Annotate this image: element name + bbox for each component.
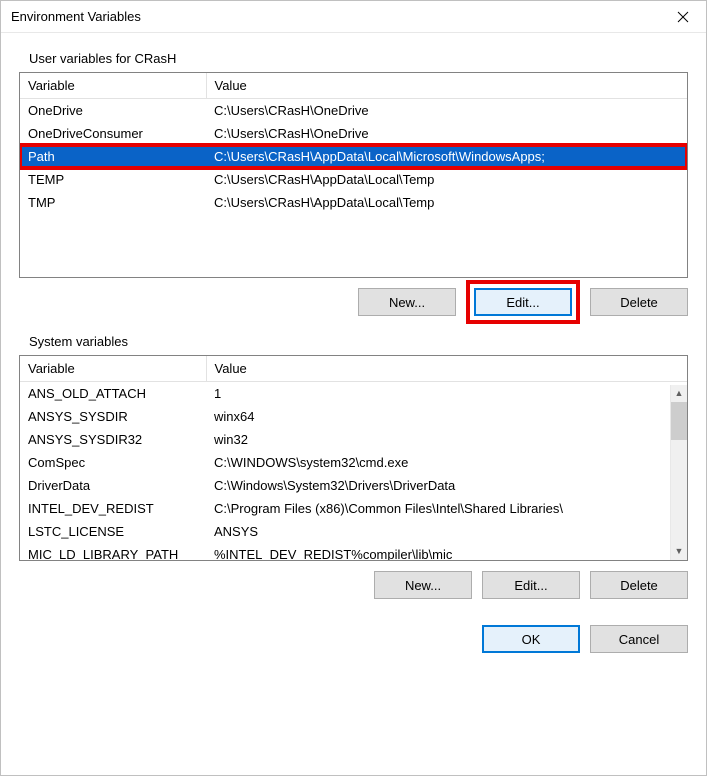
cell-value: C:\Program Files (x86)\Common Files\Inte… xyxy=(206,497,687,520)
cell-variable: INTEL_DEV_REDIST xyxy=(20,497,206,520)
ok-button[interactable]: OK xyxy=(482,625,580,653)
column-variable[interactable]: Variable xyxy=(20,73,206,99)
close-icon xyxy=(677,11,689,23)
scroll-up-arrow-icon[interactable]: ▲ xyxy=(671,385,687,402)
table-row[interactable]: TMP C:\Users\CRasH\AppData\Local\Temp xyxy=(20,191,687,214)
scrollbar[interactable]: ▲ ▼ xyxy=(670,385,687,560)
table-row[interactable]: ComSpec C:\WINDOWS\system32\cmd.exe xyxy=(20,451,687,474)
cell-value: C:\Users\CRasH\AppData\Local\Temp xyxy=(206,191,687,214)
cell-variable: OneDriveConsumer xyxy=(20,122,206,145)
scroll-track[interactable] xyxy=(671,402,687,543)
cell-variable: TMP xyxy=(20,191,206,214)
cell-value: C:\Windows\System32\Drivers\DriverData xyxy=(206,474,687,497)
cell-value: C:\Users\CRasH\OneDrive xyxy=(206,99,687,123)
table-row[interactable]: OneDrive C:\Users\CRasH\OneDrive xyxy=(20,99,687,123)
cell-value: win32 xyxy=(206,428,687,451)
table-header-row: Variable Value xyxy=(20,356,687,382)
user-buttons-row: New... Edit... Delete xyxy=(19,288,688,316)
table-row[interactable]: MIC_LD_LIBRARY_PATH %INTEL_DEV_REDIST%co… xyxy=(20,543,687,561)
table-row[interactable]: INTEL_DEV_REDIST C:\Program Files (x86)\… xyxy=(20,497,687,520)
column-variable[interactable]: Variable xyxy=(20,356,206,382)
table-row[interactable]: DriverData C:\Windows\System32\Drivers\D… xyxy=(20,474,687,497)
cell-value: 1 xyxy=(206,382,687,406)
system-variables-label: System variables xyxy=(19,334,688,349)
table-header-row: Variable Value xyxy=(20,73,687,99)
system-variables-table[interactable]: Variable Value ANS_OLD_ATTACH 1 ANSYS_SY… xyxy=(20,356,687,561)
edit-button[interactable]: Edit... xyxy=(474,288,572,316)
table-row-selected[interactable]: Path C:\Users\CRasH\AppData\Local\Micros… xyxy=(20,145,687,168)
cell-variable: ANSYS_SYSDIR32 xyxy=(20,428,206,451)
table-row[interactable]: OneDriveConsumer C:\Users\CRasH\OneDrive xyxy=(20,122,687,145)
column-value[interactable]: Value xyxy=(206,73,687,99)
scroll-down-arrow-icon[interactable]: ▼ xyxy=(671,543,687,560)
user-variables-label: User variables for CRasH xyxy=(19,51,688,66)
dialog-content: User variables for CRasH Variable Value … xyxy=(1,33,706,667)
user-variables-panel: User variables for CRasH Variable Value … xyxy=(19,51,688,316)
titlebar: Environment Variables xyxy=(1,1,706,33)
scroll-thumb[interactable] xyxy=(671,402,687,440)
cell-value: winx64 xyxy=(206,405,687,428)
cell-value: C:\Users\CRasH\OneDrive xyxy=(206,122,687,145)
cell-variable: ANS_OLD_ATTACH xyxy=(20,382,206,406)
table-row[interactable]: ANSYS_SYSDIR32 win32 xyxy=(20,428,687,451)
sys-new-button[interactable]: New... xyxy=(374,571,472,599)
close-button[interactable] xyxy=(660,1,706,33)
cell-variable: ComSpec xyxy=(20,451,206,474)
cell-variable: DriverData xyxy=(20,474,206,497)
edit-button-highlight: Edit... xyxy=(466,280,580,324)
table-row[interactable]: ANSYS_SYSDIR winx64 xyxy=(20,405,687,428)
cell-variable: OneDrive xyxy=(20,99,206,123)
cell-variable: LSTC_LICENSE xyxy=(20,520,206,543)
new-button[interactable]: New... xyxy=(358,288,456,316)
cell-value: C:\WINDOWS\system32\cmd.exe xyxy=(206,451,687,474)
system-variables-panel: System variables Variable Value ANS_OLD_… xyxy=(19,334,688,599)
delete-button[interactable]: Delete xyxy=(590,288,688,316)
cell-variable: MIC_LD_LIBRARY_PATH xyxy=(20,543,206,561)
sys-edit-button[interactable]: Edit... xyxy=(482,571,580,599)
user-variables-table[interactable]: Variable Value OneDrive C:\Users\CRasH\O… xyxy=(20,73,687,214)
cell-variable: ANSYS_SYSDIR xyxy=(20,405,206,428)
table-row[interactable]: LSTC_LICENSE ANSYS xyxy=(20,520,687,543)
table-row[interactable]: TEMP C:\Users\CRasH\AppData\Local\Temp xyxy=(20,168,687,191)
system-variables-table-wrap: Variable Value ANS_OLD_ATTACH 1 ANSYS_SY… xyxy=(19,355,688,561)
window-title: Environment Variables xyxy=(11,9,660,24)
cell-value: C:\Users\CRasH\AppData\Local\Temp xyxy=(206,168,687,191)
cell-variable: Path xyxy=(20,145,206,168)
cell-value: %INTEL_DEV_REDIST%compiler\lib\mic xyxy=(206,543,687,561)
cell-value: ANSYS xyxy=(206,520,687,543)
cell-value: C:\Users\CRasH\AppData\Local\Microsoft\W… xyxy=(206,145,687,168)
cancel-button[interactable]: Cancel xyxy=(590,625,688,653)
cell-variable: TEMP xyxy=(20,168,206,191)
system-buttons-row: New... Edit... Delete xyxy=(19,571,688,599)
table-row[interactable]: ANS_OLD_ATTACH 1 xyxy=(20,382,687,406)
user-variables-table-wrap: Variable Value OneDrive C:\Users\CRasH\O… xyxy=(19,72,688,278)
column-value[interactable]: Value xyxy=(206,356,687,382)
sys-delete-button[interactable]: Delete xyxy=(590,571,688,599)
dialog-buttons-row: OK Cancel xyxy=(19,625,688,653)
